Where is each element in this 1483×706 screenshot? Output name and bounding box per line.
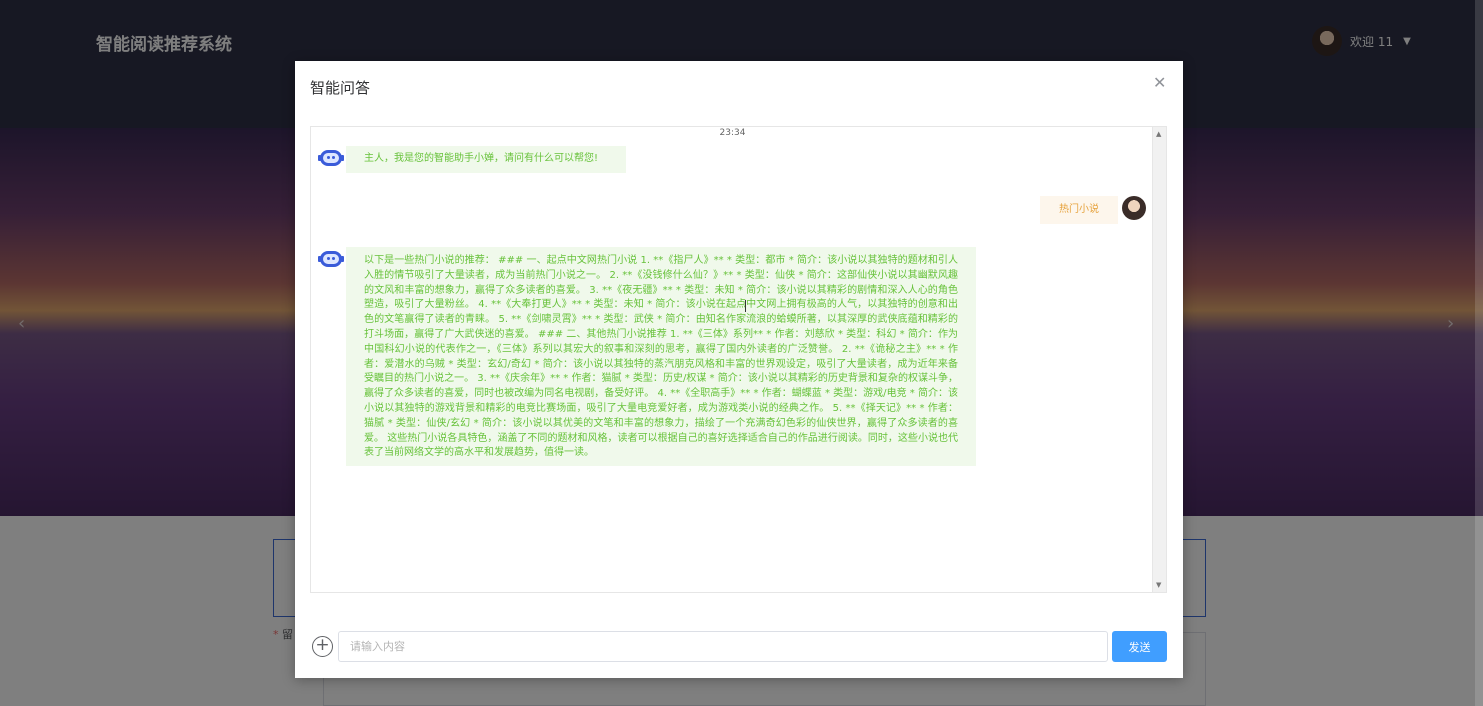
scroll-down-icon[interactable]: ▼ (1156, 581, 1161, 589)
chat-history[interactable]: 23:34 主人，我是您的智能助手小婵，请问有什么可以帮您! 热门小说 以下是一… (310, 126, 1167, 593)
page-scrollbar[interactable] (1475, 0, 1483, 706)
user-avatar (1122, 196, 1146, 220)
user-message: 热门小说 (1040, 196, 1118, 224)
chat-dialog: 智能问答 ✕ 23:34 主人，我是您的智能助手小婵，请问有什么可以帮您! 热门… (295, 61, 1183, 678)
text-cursor-icon (745, 300, 750, 312)
scroll-up-icon[interactable]: ▲ (1156, 130, 1161, 138)
close-icon[interactable]: ✕ (1153, 73, 1166, 92)
robot-icon (318, 247, 344, 271)
bot-message: 主人，我是您的智能助手小婵，请问有什么可以帮您! (346, 146, 626, 173)
plus-icon[interactable]: + (312, 636, 333, 657)
dialog-title: 智能问答 (310, 79, 371, 97)
chat-scrollbar[interactable]: ▲ ▼ (1152, 127, 1166, 592)
chat-input-row: + 发送 (312, 631, 1167, 663)
bot-reply-message: 以下是一些热门小说的推荐： ### 一、起点中文网热门小说 1. **《指尸人》… (346, 247, 976, 466)
message-timestamp: 23:34 (719, 128, 746, 138)
send-button[interactable]: 发送 (1112, 631, 1167, 662)
chat-input[interactable] (338, 631, 1108, 662)
robot-icon (318, 146, 344, 170)
